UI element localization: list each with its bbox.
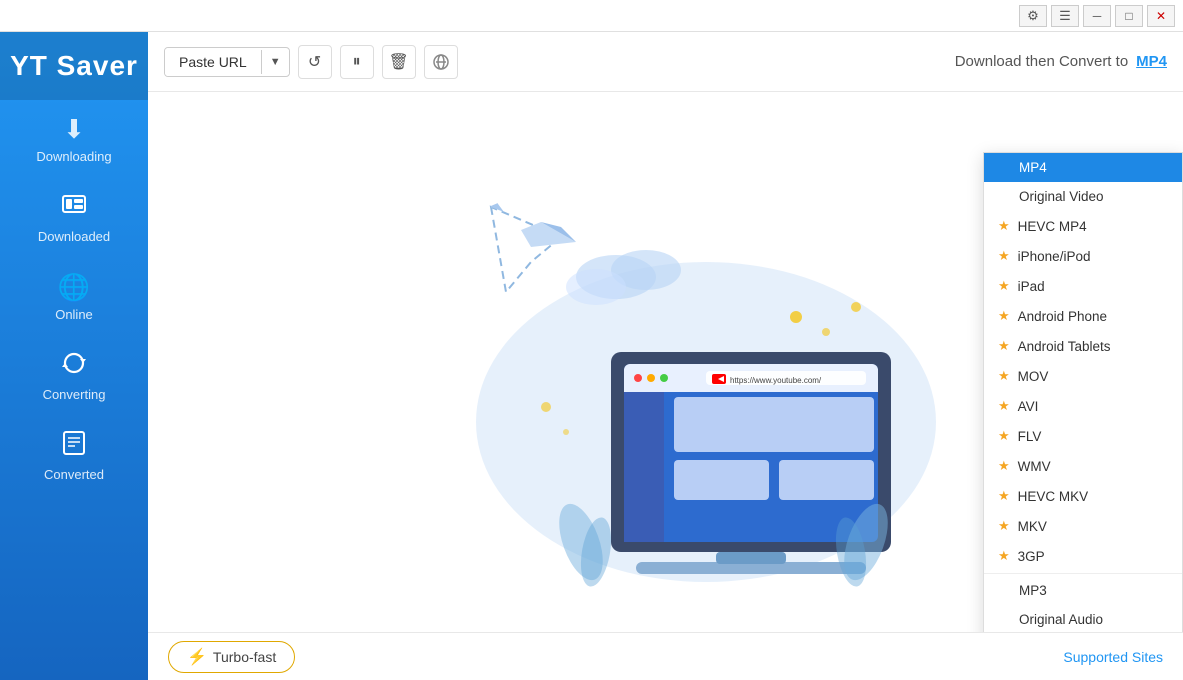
- dropdown-item-label: MP4: [1019, 160, 1047, 175]
- star-icon: ★: [998, 278, 1010, 294]
- star-icon: ★: [998, 248, 1010, 264]
- turbo-icon: ⚡: [187, 647, 207, 667]
- bottombar: ⚡ Turbo-fast Supported Sites: [148, 632, 1183, 680]
- menu-icon[interactable]: ☰: [1051, 5, 1079, 27]
- download-then-convert-label: Download then Convert to: [955, 53, 1128, 70]
- turbo-label: Turbo-fast: [213, 649, 276, 665]
- sidebar-item-converted[interactable]: Converted: [0, 416, 148, 496]
- dropdown-item-hevc-mkv[interactable]: ★ HEVC MKV: [984, 481, 1182, 511]
- dropdown-item-label: HEVC MKV: [1018, 489, 1089, 504]
- turbo-fast-button[interactable]: ⚡ Turbo-fast: [168, 641, 295, 673]
- dropdown-item-flv[interactable]: ★ FLV: [984, 421, 1182, 451]
- dropdown-item-original-video[interactable]: Original Video: [984, 182, 1182, 211]
- star-icon: ★: [998, 518, 1010, 534]
- dropdown-item-label: Android Phone: [1018, 309, 1107, 324]
- dropdown-item-label: Original Video: [1019, 189, 1104, 204]
- dropdown-item-avi[interactable]: ★ AVI: [984, 391, 1182, 421]
- minimize-button[interactable]: ─: [1083, 5, 1111, 27]
- app-logo: YT Saver: [0, 32, 148, 100]
- dropdown-item-3gp[interactable]: ★ 3GP: [984, 541, 1182, 571]
- dropdown-item-label: MOV: [1018, 369, 1049, 384]
- dropdown-item-mp3[interactable]: MP3: [984, 576, 1182, 605]
- dropdown-item-original-audio[interactable]: Original Audio: [984, 605, 1182, 632]
- close-button[interactable]: ✕: [1147, 5, 1175, 27]
- dropdown-item-label: MKV: [1018, 519, 1047, 534]
- format-dropdown: MP4 Original Video ★ HEVC MP4 ★ iPhone/iPod ★ i…: [983, 152, 1183, 632]
- sidebar-item-downloaded-label: Downloaded: [38, 229, 110, 244]
- star-icon: ★: [998, 338, 1010, 354]
- dropdown-item-mp4[interactable]: MP4: [984, 153, 1182, 182]
- dropdown-item-mkv[interactable]: ★ MKV: [984, 511, 1182, 541]
- sidebar-item-online-label: Online: [55, 307, 93, 322]
- pause-button[interactable]: ⏸: [340, 45, 374, 79]
- settings-icon[interactable]: ⚙: [1019, 5, 1047, 27]
- maximize-button[interactable]: □: [1115, 5, 1143, 27]
- star-icon: ★: [998, 488, 1010, 504]
- dropdown-item-label: MP3: [1019, 583, 1047, 598]
- svg-text:https://www.youtube.com/: https://www.youtube.com/: [730, 376, 822, 385]
- app-logo-text: YT Saver: [10, 50, 138, 82]
- sidebar-item-converting[interactable]: Converting: [0, 336, 148, 416]
- sidebar-item-online[interactable]: 🌐 Online: [0, 258, 148, 336]
- dropdown-item-ipad[interactable]: ★ iPad: [984, 271, 1182, 301]
- dropdown-item-label: iPad: [1018, 279, 1045, 294]
- converted-icon: [61, 430, 87, 463]
- dropdown-item-android-tablets[interactable]: ★ Android Tablets: [984, 331, 1182, 361]
- sidebar: YT Saver ⬇ Downloading Downloaded 🌐 Onli…: [0, 32, 148, 680]
- dropdown-item-label: 3GP: [1018, 549, 1045, 564]
- dropdown-item-mov[interactable]: ★ MOV: [984, 361, 1182, 391]
- star-icon: ★: [998, 308, 1010, 324]
- toolbar: Paste URL ▼ ↺ ⏸ 🗑 Download then Convert …: [148, 32, 1183, 92]
- star-icon: ★: [998, 368, 1010, 384]
- star-icon: ★: [998, 458, 1010, 474]
- dropdown-item-label: Original Audio: [1019, 612, 1103, 627]
- paste-url-dropdown-arrow[interactable]: ▼: [261, 50, 289, 74]
- dropdown-item-label: iPhone/iPod: [1018, 249, 1091, 264]
- dropdown-item-label: HEVC MP4: [1018, 219, 1087, 234]
- dropdown-item-label: WMV: [1018, 459, 1051, 474]
- refresh-button[interactable]: ↺: [298, 45, 332, 79]
- supported-sites-link[interactable]: Supported Sites: [1063, 649, 1163, 665]
- dropdown-item-label: FLV: [1018, 429, 1042, 444]
- sidebar-item-converting-label: Converting: [43, 387, 106, 402]
- star-icon: ★: [998, 548, 1010, 564]
- sidebar-item-converted-label: Converted: [44, 467, 104, 482]
- dropdown-item-iphone-ipod[interactable]: ★ iPhone/iPod: [984, 241, 1182, 271]
- dropdown-item-hevc-mp4[interactable]: ★ HEVC MP4: [984, 211, 1182, 241]
- delete-button[interactable]: 🗑: [382, 45, 416, 79]
- downloaded-icon: [61, 192, 87, 225]
- settings-extra-button[interactable]: [424, 45, 458, 79]
- online-icon: 🌐: [58, 272, 90, 303]
- dropdown-item-label: Android Tablets: [1018, 339, 1111, 354]
- dropdown-item-label: AVI: [1018, 399, 1039, 414]
- illustration-area: https://www.youtube.com/: [148, 92, 1183, 632]
- titlebar: ⚙ ☰ ─ □ ✕: [0, 0, 1183, 32]
- paste-url-button[interactable]: Paste URL ▼: [164, 47, 290, 77]
- main-content: Paste URL ▼ ↺ ⏸ 🗑 Download then Convert …: [148, 32, 1183, 680]
- sidebar-item-downloaded[interactable]: Downloaded: [0, 178, 148, 258]
- dropdown-item-wmv[interactable]: ★ WMV: [984, 451, 1182, 481]
- downloading-icon: ⬇: [63, 114, 85, 145]
- paste-url-label: Paste URL: [165, 48, 261, 76]
- star-icon: ★: [998, 428, 1010, 444]
- format-selector-link[interactable]: MP4: [1136, 53, 1167, 70]
- star-icon: ★: [998, 398, 1010, 414]
- sidebar-item-downloading-label: Downloading: [36, 149, 111, 164]
- dropdown-item-android-phone[interactable]: ★ Android Phone: [984, 301, 1182, 331]
- sidebar-item-downloading[interactable]: ⬇ Downloading: [0, 100, 148, 178]
- converting-icon: [61, 350, 87, 383]
- star-icon: ★: [998, 218, 1010, 234]
